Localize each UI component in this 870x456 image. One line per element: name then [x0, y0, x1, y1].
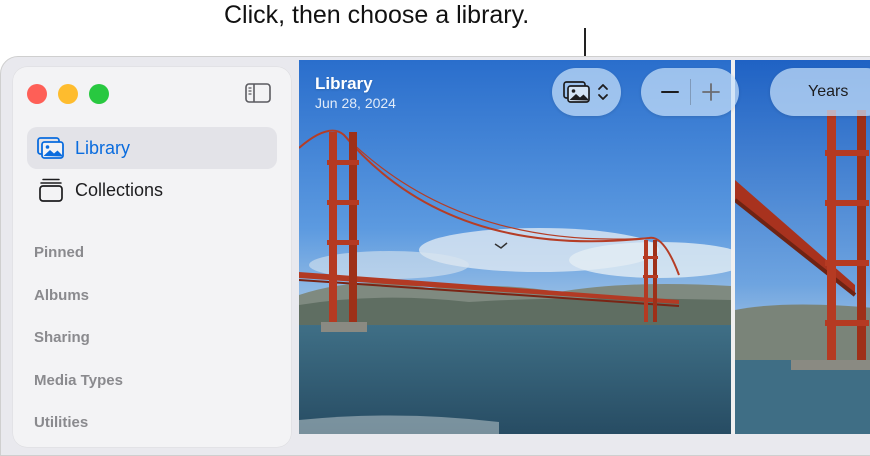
sidebar-item-collections[interactable]: Collections [27, 169, 277, 211]
sidebar-item-label: Library [75, 137, 131, 158]
years-label: Years [808, 83, 849, 100]
years-button[interactable]: Years [770, 68, 870, 116]
close-window-button[interactable] [27, 84, 47, 104]
zoom-window-button[interactable] [89, 84, 109, 104]
zoom-separator [689, 79, 691, 105]
page-title: Library [315, 74, 373, 93]
window-controls [27, 84, 109, 104]
sidebar: Library Collections Pinned Albums Sharin… [13, 67, 291, 447]
minimize-window-button[interactable] [58, 84, 78, 104]
minus-icon[interactable] [660, 82, 680, 102]
sidebar-section-pinned[interactable]: Pinned [34, 244, 84, 261]
sidebar-item-label: Collections [75, 179, 164, 200]
photo-library-icon [563, 81, 590, 103]
zoom-control [641, 68, 739, 116]
page-date: Jun 28, 2024 [315, 95, 396, 111]
sidebar-section-media-types[interactable]: Media Types [34, 372, 123, 389]
collections-stack-icon [39, 178, 63, 202]
chevron-up-down-icon [598, 84, 608, 100]
sidebar-section-utilities[interactable]: Utilities [34, 414, 88, 431]
plus-icon[interactable] [701, 82, 721, 102]
sidebar-section-sharing[interactable]: Sharing [34, 329, 90, 346]
sidebar-toggle-icon[interactable] [245, 83, 271, 103]
photo-library-icon [37, 137, 64, 159]
sidebar-section-albums[interactable]: Albums [34, 287, 89, 304]
sidebar-item-library[interactable]: Library [27, 127, 277, 169]
photo-thumbnail[interactable] [299, 60, 731, 434]
callout-text: Click, then choose a library. [224, 1, 530, 29]
photo-thumbnail[interactable] [735, 60, 870, 434]
library-picker-button[interactable] [552, 68, 621, 116]
